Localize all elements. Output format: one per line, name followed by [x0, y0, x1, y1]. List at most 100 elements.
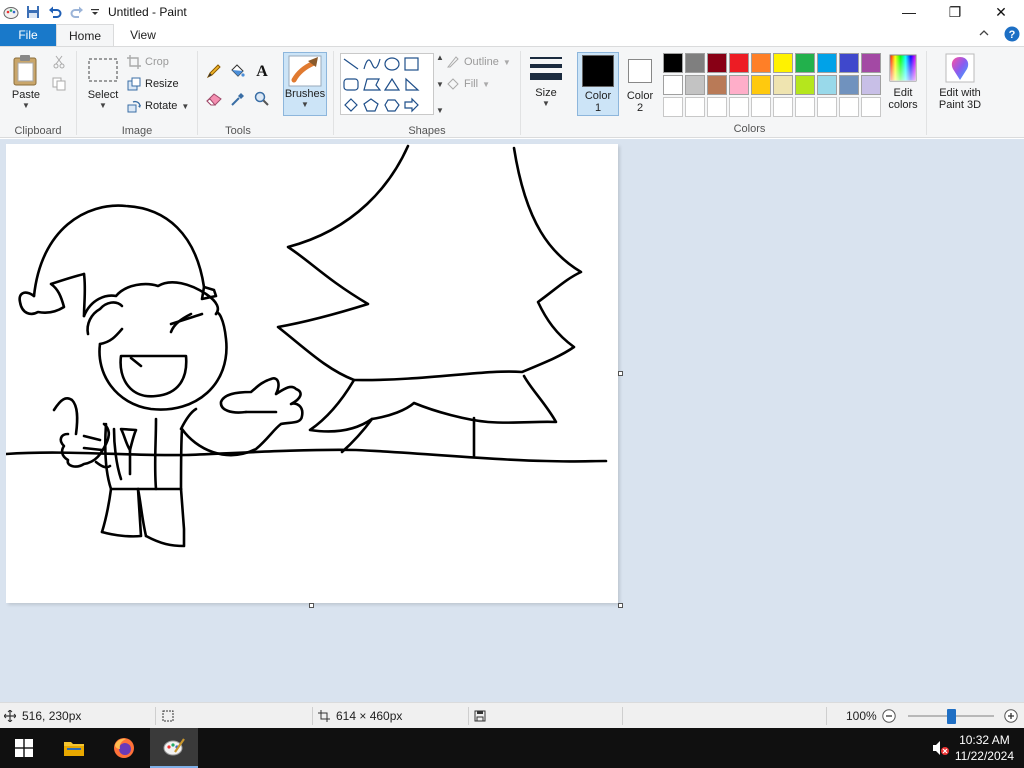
color-picker-icon[interactable]	[230, 91, 246, 110]
zoom-out-button[interactable]	[882, 709, 896, 726]
palette-color-swatch[interactable]	[773, 75, 793, 95]
brushes-button[interactable]: Brushes ▼	[283, 52, 327, 116]
hexagon-shape-icon[interactable]	[384, 99, 400, 112]
scroll-down-icon[interactable]: ▼	[436, 80, 444, 89]
drawing-canvas[interactable]	[4, 144, 623, 608]
oval-shape-icon[interactable]	[384, 57, 400, 71]
quick-access-dropdown-icon[interactable]	[88, 1, 102, 23]
palette-custom-slot[interactable]	[861, 97, 881, 117]
fill-button[interactable]: Fill ▼	[446, 77, 490, 91]
palette-color-swatch[interactable]	[751, 75, 771, 95]
help-icon[interactable]: ?	[1004, 26, 1020, 45]
outline-button[interactable]: Outline ▼	[446, 55, 511, 69]
palette-custom-slot[interactable]	[729, 97, 749, 117]
resize-handle-right[interactable]	[618, 371, 623, 376]
canvas-workspace[interactable]	[0, 139, 1024, 702]
curve-shape-icon[interactable]	[363, 58, 381, 70]
palette-color-swatch[interactable]	[685, 75, 705, 95]
size-button[interactable]: Size ▼	[526, 55, 566, 108]
cut-icon[interactable]	[52, 55, 66, 72]
minimize-button[interactable]: —	[886, 0, 932, 24]
palette-color-swatch[interactable]	[839, 75, 859, 95]
palette-color-swatch[interactable]	[795, 53, 815, 73]
cursor-position-text: 516, 230px	[22, 709, 82, 723]
zoom-slider-thumb[interactable]	[947, 709, 956, 724]
shapes-group: ▲ ▼ ▼ Outline ▼ Fill ▼ Shapes	[334, 47, 520, 139]
tab-file[interactable]: File	[0, 24, 56, 46]
start-button[interactable]	[0, 728, 48, 768]
right-triangle-shape-icon[interactable]	[405, 77, 420, 91]
palette-custom-slot[interactable]	[751, 97, 771, 117]
rotate-button[interactable]: Rotate ▼	[127, 99, 189, 113]
rectangle-shape-icon[interactable]	[404, 57, 419, 71]
palette-custom-slot[interactable]	[707, 97, 727, 117]
palette-color-swatch[interactable]	[817, 75, 837, 95]
select-button[interactable]: Select ▼	[83, 57, 123, 110]
palette-color-swatch[interactable]	[663, 75, 683, 95]
system-clock[interactable]: 10:32 AM 11/22/2024	[955, 732, 1014, 764]
color2-label-line1: Color	[626, 90, 654, 102]
magnifier-icon[interactable]	[254, 91, 270, 110]
palette-color-swatch[interactable]	[751, 53, 771, 73]
palette-custom-slot[interactable]	[839, 97, 859, 117]
palette-color-swatch[interactable]	[707, 75, 727, 95]
palette-color-swatch[interactable]	[795, 75, 815, 95]
polygon-shape-icon[interactable]	[363, 78, 382, 91]
palette-custom-slot[interactable]	[773, 97, 793, 117]
scroll-up-icon[interactable]: ▲	[436, 53, 444, 62]
palette-color-swatch[interactable]	[729, 53, 749, 73]
arrow-shape-icon[interactable]	[404, 97, 419, 113]
color1-button[interactable]: Color 1	[577, 52, 619, 116]
triangle-shape-icon[interactable]	[383, 77, 401, 91]
palette-color-swatch[interactable]	[707, 53, 727, 73]
edit-colors-button[interactable]: Edit colors	[884, 53, 922, 111]
palette-color-swatch[interactable]	[773, 53, 793, 73]
palette-custom-slot[interactable]	[795, 97, 815, 117]
color2-button[interactable]: Color 2	[622, 53, 658, 114]
fill-label: Fill	[464, 78, 479, 90]
palette-custom-slot[interactable]	[817, 97, 837, 117]
rounded-rectangle-shape-icon[interactable]	[343, 78, 359, 91]
diamond-shape-icon[interactable]	[344, 98, 358, 112]
save-icon[interactable]	[22, 1, 44, 23]
taskbar-paint[interactable]	[150, 728, 198, 768]
shapes-scroll[interactable]: ▲ ▼ ▼	[436, 53, 444, 115]
palette-color-swatch[interactable]	[861, 53, 881, 73]
clipboard-group-label: Clipboard	[14, 125, 62, 137]
palette-color-swatch[interactable]	[861, 75, 881, 95]
text-tool-icon[interactable]: A	[254, 62, 270, 81]
maximize-button[interactable]: ❐	[932, 0, 978, 24]
pencil-icon[interactable]	[206, 63, 222, 82]
collapse-ribbon-icon[interactable]	[978, 27, 990, 42]
undo-icon[interactable]	[44, 1, 66, 23]
resize-button[interactable]: Resize	[127, 77, 179, 91]
tab-view[interactable]: View	[114, 24, 172, 46]
palette-color-swatch[interactable]	[685, 53, 705, 73]
paste-button[interactable]: Paste ▼	[6, 53, 46, 110]
fill-bucket-icon[interactable]	[229, 63, 245, 82]
palette-color-swatch[interactable]	[817, 53, 837, 73]
pentagon-shape-icon[interactable]	[363, 98, 379, 112]
paint-app-icon[interactable]	[0, 1, 22, 23]
palette-color-swatch[interactable]	[729, 75, 749, 95]
palette-color-swatch[interactable]	[839, 53, 859, 73]
taskbar-firefox[interactable]	[100, 728, 148, 768]
edit-with-paint3d-button[interactable]: Edit with Paint 3D	[930, 53, 990, 111]
eraser-icon[interactable]	[206, 91, 222, 110]
volume-muted-icon[interactable]	[932, 740, 950, 759]
copy-icon[interactable]	[52, 77, 66, 94]
line-shape-icon[interactable]	[343, 58, 359, 70]
redo-icon[interactable]	[66, 1, 88, 23]
zoom-in-button[interactable]	[1004, 709, 1018, 726]
resize-handle-bottom[interactable]	[309, 603, 314, 608]
resize-handle-corner[interactable]	[618, 603, 623, 608]
crop-button[interactable]: Crop	[127, 55, 169, 69]
expand-gallery-icon[interactable]: ▼	[436, 106, 444, 115]
brush-icon	[288, 55, 322, 87]
taskbar-file-explorer[interactable]	[50, 728, 98, 768]
palette-custom-slot[interactable]	[685, 97, 705, 117]
close-button[interactable]: ✕	[978, 0, 1024, 24]
palette-custom-slot[interactable]	[663, 97, 683, 117]
palette-color-swatch[interactable]	[663, 53, 683, 73]
tab-home[interactable]: Home	[56, 24, 114, 46]
